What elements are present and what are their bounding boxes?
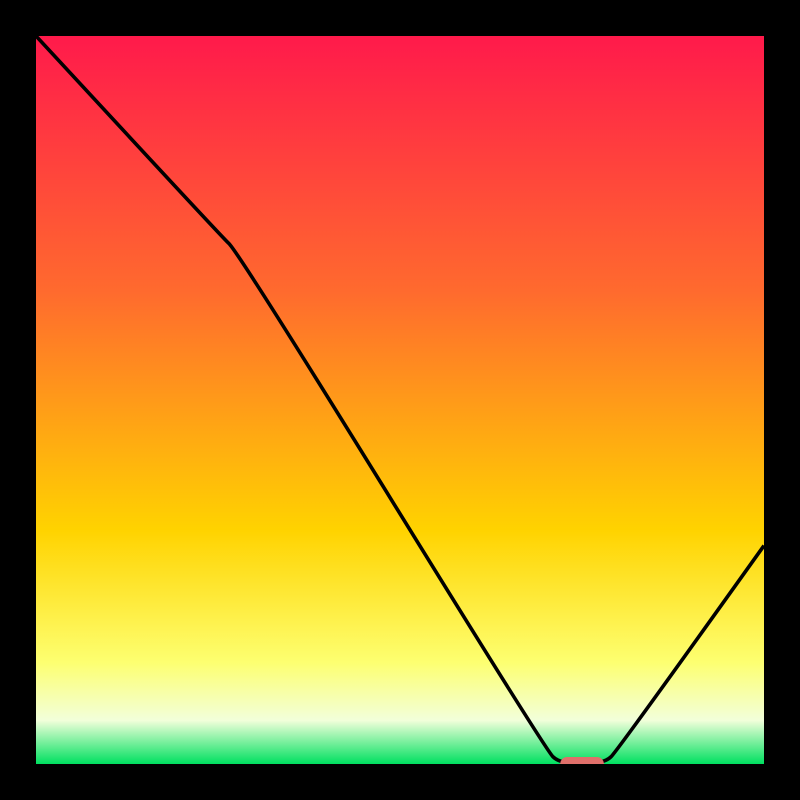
gradient-background bbox=[36, 36, 764, 764]
chart-plot bbox=[36, 36, 764, 764]
optimal-marker bbox=[560, 757, 604, 764]
chart-svg bbox=[36, 36, 764, 764]
